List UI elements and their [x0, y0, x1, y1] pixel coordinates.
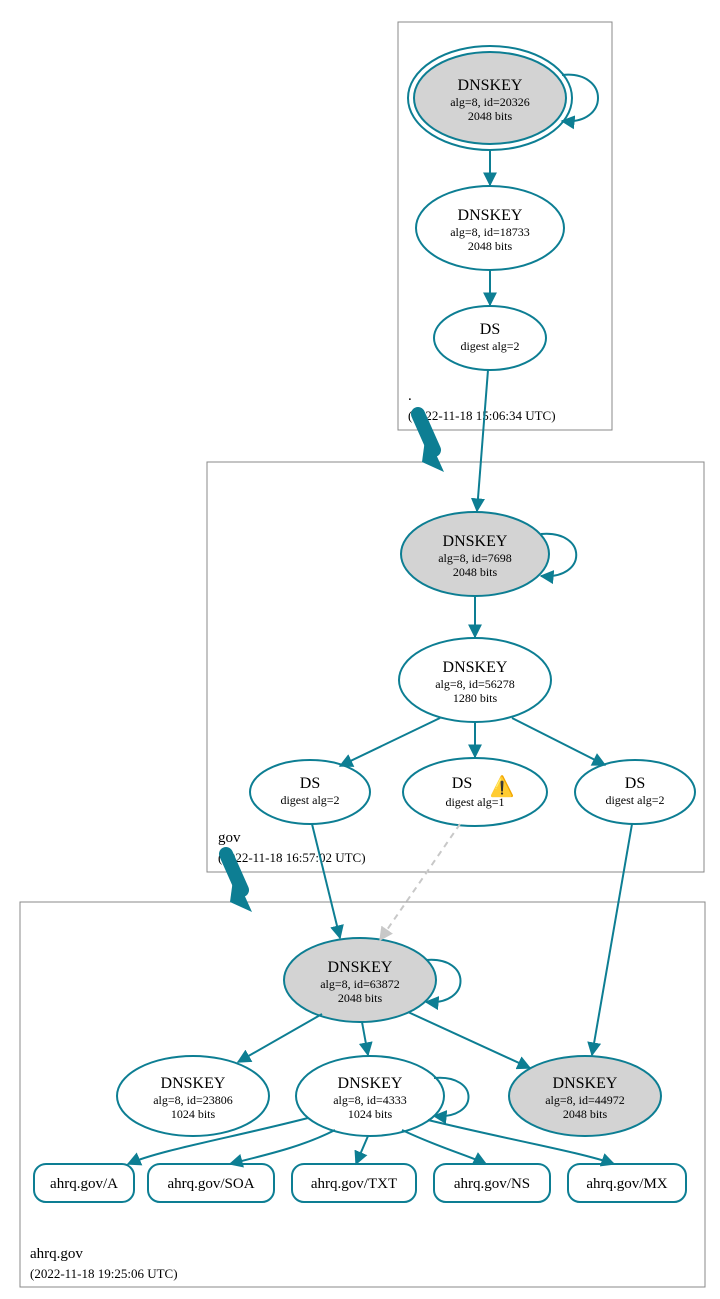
- svg-text:DS: DS: [452, 775, 472, 792]
- svg-text:DNSKEY: DNSKEY: [328, 959, 393, 976]
- zone-gov: gov (2022-11-18 16:57:02 UTC) DNSKEY alg…: [207, 370, 704, 872]
- edge-ds3-k4: [592, 824, 632, 1055]
- zone-root-timestamp: (2022-11-18 15:06:34 UTC): [408, 408, 556, 423]
- edge-ksk-zsk: [362, 1022, 368, 1055]
- svg-text:DNSKEY: DNSKEY: [553, 1075, 618, 1092]
- svg-text:ahrq.gov/MX: ahrq.gov/MX: [586, 1176, 667, 1192]
- svg-text:1024 bits: 1024 bits: [171, 1107, 216, 1121]
- svg-text:digest alg=2: digest alg=2: [460, 339, 519, 353]
- edge-ds2-ahrqksk: [380, 824, 460, 940]
- edge-gov-zsk-ds3: [512, 718, 605, 765]
- svg-text:1280 bits: 1280 bits: [453, 691, 498, 705]
- svg-text:ahrq.gov/TXT: ahrq.gov/TXT: [311, 1176, 397, 1192]
- node-gov-ds3: DS digest alg=2: [575, 760, 695, 824]
- svg-text:DS: DS: [480, 321, 500, 338]
- record-a: ahrq.gov/A: [34, 1164, 134, 1202]
- svg-text:alg=8, id=4333: alg=8, id=4333: [333, 1093, 407, 1107]
- svg-text:ahrq.gov/NS: ahrq.gov/NS: [454, 1176, 530, 1192]
- node-gov-ds2: DS digest alg=1 ⚠️: [403, 758, 547, 826]
- record-mx: ahrq.gov/MX: [568, 1164, 686, 1202]
- svg-text:2048 bits: 2048 bits: [468, 239, 513, 253]
- node-ahrq-zsk: DNSKEY alg=8, id=4333 1024 bits: [296, 1056, 444, 1136]
- edge-zsk-ns: [402, 1130, 486, 1164]
- record-soa: ahrq.gov/SOA: [148, 1164, 274, 1202]
- zone-ahrq: ahrq.gov (2022-11-18 19:25:06 UTC) DNSKE…: [20, 824, 705, 1287]
- edge-ds1-ahrqksk: [312, 824, 340, 938]
- node-ahrq-k2: DNSKEY alg=8, id=23806 1024 bits: [117, 1056, 269, 1136]
- dnssec-diagram: . (2022-11-18 15:06:34 UTC) DNSKEY alg=8…: [0, 0, 720, 1299]
- svg-text:alg=8, id=18733: alg=8, id=18733: [450, 225, 530, 239]
- zone-ahrq-label: ahrq.gov: [30, 1246, 83, 1262]
- svg-text:2048 bits: 2048 bits: [338, 991, 383, 1005]
- svg-text:alg=8, id=63872: alg=8, id=63872: [320, 977, 400, 991]
- node-root-ksk: DNSKEY alg=8, id=20326 2048 bits: [408, 46, 572, 150]
- edge-ksk-k4: [408, 1012, 530, 1068]
- edge-gov-zsk-ds1: [340, 718, 440, 766]
- svg-text:2048 bits: 2048 bits: [453, 565, 498, 579]
- node-root-ds: DS digest alg=2: [434, 306, 546, 370]
- edge-ksk-k2: [238, 1014, 322, 1062]
- record-ns: ahrq.gov/NS: [434, 1164, 550, 1202]
- edge-rootds-govksk: [477, 370, 488, 511]
- node-root-zsk: DNSKEY alg=8, id=18733 2048 bits: [416, 186, 564, 270]
- node-ahrq-k4: DNSKEY alg=8, id=44972 2048 bits: [509, 1056, 661, 1136]
- svg-text:ahrq.gov/SOA: ahrq.gov/SOA: [167, 1176, 254, 1192]
- svg-text:ahrq.gov/A: ahrq.gov/A: [50, 1176, 118, 1192]
- svg-text:alg=8, id=20326: alg=8, id=20326: [450, 95, 530, 109]
- zone-root: . (2022-11-18 15:06:34 UTC) DNSKEY alg=8…: [398, 22, 612, 430]
- svg-text:digest alg=2: digest alg=2: [280, 793, 339, 807]
- edge-zsk-soa: [230, 1130, 335, 1164]
- svg-text:1024 bits: 1024 bits: [348, 1107, 393, 1121]
- svg-text:alg=8, id=56278: alg=8, id=56278: [435, 677, 515, 691]
- svg-text:DS: DS: [625, 775, 645, 792]
- svg-text:DNSKEY: DNSKEY: [458, 207, 523, 224]
- svg-text:2048 bits: 2048 bits: [563, 1107, 608, 1121]
- record-txt: ahrq.gov/TXT: [292, 1164, 416, 1202]
- warning-icon: ⚠️: [490, 774, 515, 798]
- node-gov-ksk: DNSKEY alg=8, id=7698 2048 bits: [401, 512, 549, 596]
- svg-text:alg=8, id=23806: alg=8, id=23806: [153, 1093, 233, 1107]
- svg-text:DNSKEY: DNSKEY: [161, 1075, 226, 1092]
- node-gov-zsk: DNSKEY alg=8, id=56278 1280 bits: [399, 638, 551, 722]
- svg-text:digest alg=2: digest alg=2: [605, 793, 664, 807]
- svg-text:alg=8, id=7698: alg=8, id=7698: [438, 551, 512, 565]
- node-ahrq-ksk: DNSKEY alg=8, id=63872 2048 bits: [284, 938, 436, 1022]
- svg-text:DNSKEY: DNSKEY: [443, 659, 508, 676]
- svg-text:2048 bits: 2048 bits: [468, 109, 513, 123]
- svg-text:DNSKEY: DNSKEY: [338, 1075, 403, 1092]
- svg-text:DNSKEY: DNSKEY: [443, 533, 508, 550]
- zone-gov-label: gov: [218, 830, 241, 846]
- zone-ahrq-timestamp: (2022-11-18 19:25:06 UTC): [30, 1266, 178, 1281]
- svg-text:alg=8, id=44972: alg=8, id=44972: [545, 1093, 625, 1107]
- svg-text:DS: DS: [300, 775, 320, 792]
- edge-zsk-txt: [356, 1136, 368, 1164]
- zone-root-label: .: [408, 388, 412, 404]
- zone-gov-timestamp: (2022-11-18 16:57:02 UTC): [218, 850, 366, 865]
- node-gov-ds1: DS digest alg=2: [250, 760, 370, 824]
- svg-text:DNSKEY: DNSKEY: [458, 77, 523, 94]
